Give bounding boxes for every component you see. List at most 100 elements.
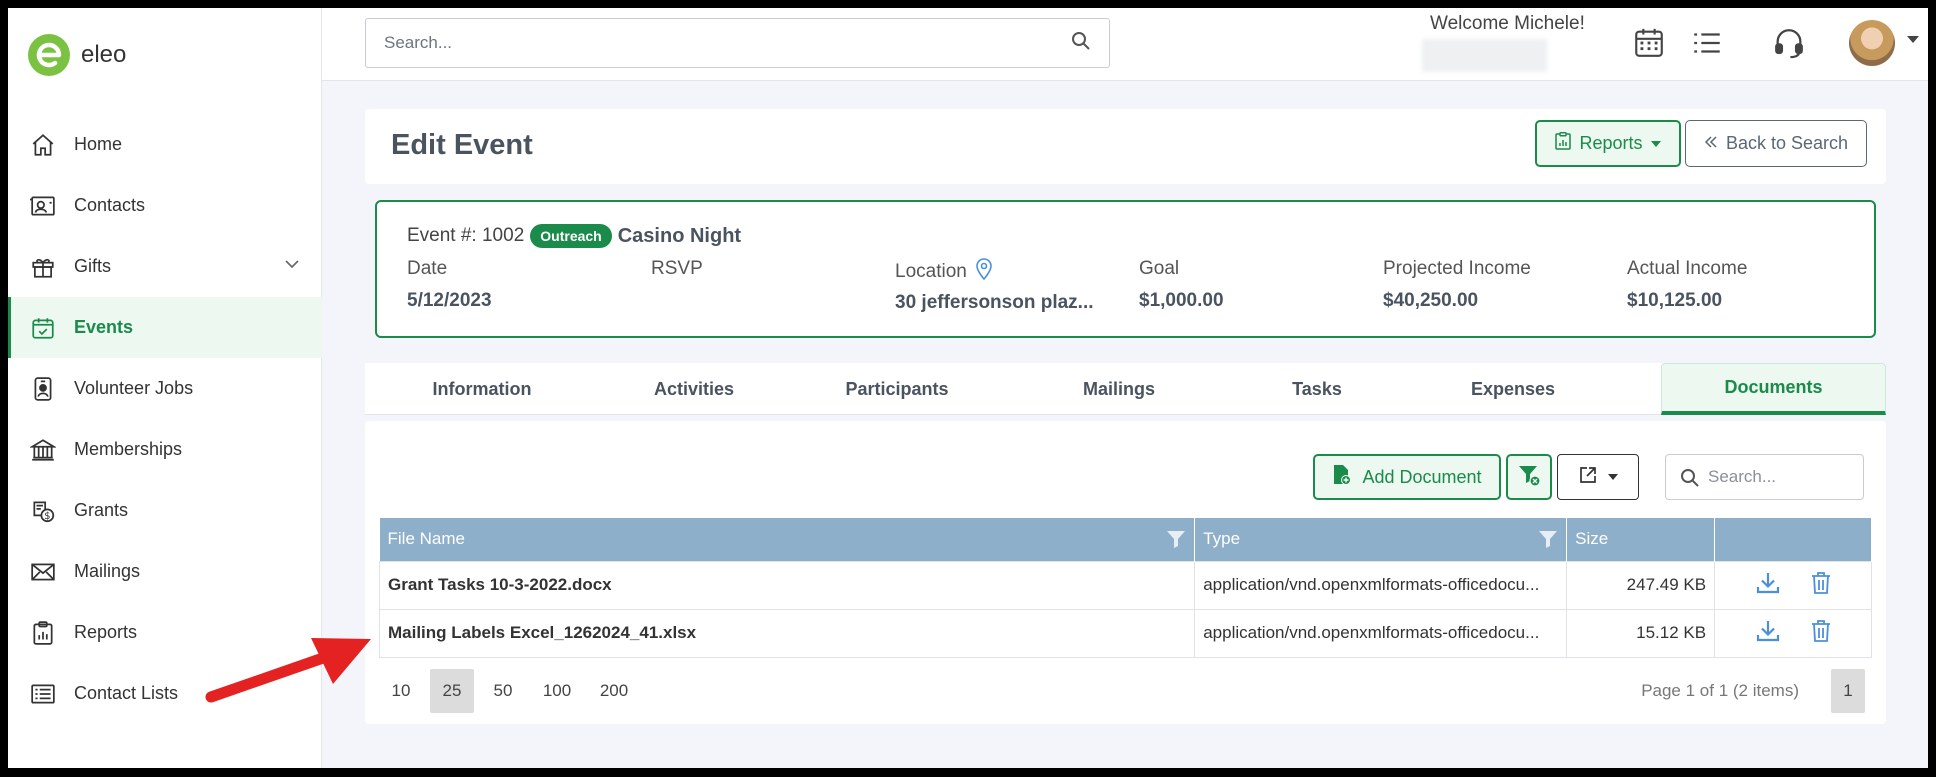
caret-down-icon — [1650, 140, 1661, 147]
add-document-label: Add Document — [1362, 466, 1482, 487]
type-cell: application/vnd.openxmlformats-officedoc… — [1194, 608, 1568, 658]
event-type-badge: Outreach — [530, 224, 612, 248]
add-document-button[interactable]: Add Document — [1313, 454, 1501, 500]
download-icon[interactable] — [1755, 571, 1781, 600]
field-value: 30 jeffersonson plaz... — [895, 292, 1094, 313]
field-label: Date — [407, 258, 448, 279]
welcome-text: Welcome Michele! — [1430, 13, 1585, 34]
field-label: Actual Income — [1627, 258, 1748, 279]
list-icon — [28, 679, 58, 709]
sidebar-item-mailings[interactable]: Mailings — [8, 541, 322, 602]
field-value: $40,250.00 — [1383, 290, 1479, 311]
search-icon[interactable] — [1071, 31, 1091, 56]
page-size-option[interactable]: 10 — [379, 669, 423, 713]
caret-down-icon — [1608, 474, 1618, 480]
bank-icon — [28, 435, 58, 465]
column-header-size[interactable]: Size — [1566, 518, 1716, 561]
reports-dropdown-button[interactable]: Reports — [1535, 120, 1681, 167]
sidebar-item-contacts[interactable]: Contacts — [8, 175, 322, 236]
actions-cell — [1714, 560, 1872, 609]
calendar-icon[interactable] — [1632, 26, 1666, 65]
file-name-cell[interactable]: Mailing Labels Excel_1262024_41.xlsx — [378, 608, 1196, 658]
type-value: application/vnd.openxmlformats-officedoc… — [1203, 575, 1540, 594]
tab-information[interactable]: Information — [365, 363, 599, 415]
search-icon — [1680, 468, 1700, 493]
global-search-input[interactable]: Search... — [365, 18, 1110, 68]
document-search-input[interactable]: Search... — [1665, 454, 1864, 500]
download-icon[interactable] — [1755, 619, 1781, 648]
envelope-icon — [28, 557, 58, 587]
user-avatar[interactable] — [1849, 20, 1895, 66]
filter-clear-icon — [1517, 463, 1541, 492]
table-row[interactable]: Grant Tasks 10-3-2022.docx application/v… — [378, 560, 1872, 609]
money-icon: $ — [28, 496, 58, 526]
gift-icon — [28, 252, 58, 282]
delete-icon[interactable] — [1811, 571, 1831, 600]
chevron-down-icon[interactable] — [284, 256, 300, 277]
app-logo[interactable]: eleo — [28, 34, 126, 76]
tab-mailings[interactable]: Mailings — [1005, 363, 1233, 415]
page-size-option[interactable]: 100 — [532, 669, 582, 713]
filter-icon[interactable] — [1166, 529, 1186, 554]
report-icon — [1555, 132, 1572, 155]
table-header-row: File Name Type Size — [379, 518, 1872, 561]
headset-icon[interactable] — [1772, 26, 1806, 65]
clipboard-chart-icon — [28, 618, 58, 648]
page-size-option[interactable]: 50 — [481, 669, 525, 713]
sidebar-item-label: Reports — [74, 622, 138, 642]
export-dropdown-button[interactable] — [1557, 454, 1639, 500]
event-summary-card: Event #: 1002 Outreach Casino Night Date… — [375, 200, 1876, 338]
back-to-search-button[interactable]: Back to Search — [1685, 120, 1867, 167]
column-label: Size — [1575, 529, 1609, 549]
double-chevron-left-icon — [1704, 133, 1718, 154]
tab-activities[interactable]: Activities — [599, 363, 789, 415]
file-name-cell[interactable]: Grant Tasks 10-3-2022.docx — [378, 560, 1196, 609]
caret-down-icon[interactable] — [1907, 36, 1919, 43]
sidebar-item-label: Contact Lists — [74, 683, 179, 703]
table-row[interactable]: Mailing Labels Excel_1262024_41.xlsx app… — [378, 608, 1872, 658]
event-title-line: Event #: 1002 Outreach Casino Night — [407, 224, 741, 248]
sidebar-item-grants[interactable]: $ Grants — [8, 480, 322, 541]
map-pin-icon[interactable] — [975, 258, 993, 286]
type-cell: application/vnd.openxmlformats-officedoc… — [1194, 560, 1568, 609]
sidebar-item-label: Mailings — [74, 561, 141, 581]
tab-tasks[interactable]: Tasks — [1233, 363, 1401, 415]
column-header-type[interactable]: Type — [1194, 518, 1568, 561]
sidebar-item-label: Events — [74, 317, 134, 337]
page-title: Edit Event — [391, 129, 533, 161]
sidebar-item-gifts[interactable]: Gifts — [8, 236, 322, 297]
page-number-button[interactable]: 1 — [1831, 669, 1865, 713]
top-bar: Search... Welcome Michele! — [322, 8, 1928, 81]
page-size-option-selected[interactable]: 25 — [430, 669, 474, 713]
page-header: Edit Event Reports Back to Search — [365, 109, 1886, 184]
filter-icon[interactable] — [1538, 529, 1558, 554]
calendar-check-icon — [28, 313, 58, 343]
event-rsvp: RSVP — [651, 258, 851, 290]
task-list-icon[interactable] — [1690, 26, 1724, 65]
delete-icon[interactable] — [1811, 619, 1831, 648]
back-button-label: Back to Search — [1725, 133, 1849, 153]
documents-panel: Add Document Search... File Name Type Si… — [365, 421, 1886, 724]
event-actual-income: Actual Income $10,125.00 — [1627, 258, 1847, 312]
app-name: eleo — [81, 41, 127, 68]
sidebar-item-home[interactable]: Home — [8, 114, 322, 175]
sidebar-item-events[interactable]: Events — [8, 297, 322, 358]
sidebar-item-memberships[interactable]: Memberships — [8, 419, 322, 480]
column-header-file-name[interactable]: File Name — [379, 518, 1196, 561]
tab-documents[interactable]: Documents — [1661, 363, 1886, 415]
type-value: application/vnd.openxmlformats-officedoc… — [1203, 623, 1540, 642]
search-placeholder: Search... — [1708, 467, 1777, 486]
reports-button-label: Reports — [1579, 133, 1643, 153]
field-label: Projected Income — [1383, 258, 1531, 279]
size-cell: 247.49 KB — [1566, 560, 1716, 609]
tab-expenses[interactable]: Expenses — [1401, 363, 1625, 415]
tab-participants[interactable]: Participants — [789, 363, 1005, 415]
sidebar-item-label: Grants — [74, 500, 129, 520]
file-add-icon — [1332, 464, 1352, 491]
page-info: Page 1 of 1 (2 items) — [1641, 681, 1799, 700]
page-size-option[interactable]: 200 — [589, 669, 639, 713]
column-label: File Name — [387, 529, 465, 549]
contact-card-icon — [28, 191, 58, 221]
clear-filter-button[interactable] — [1506, 454, 1552, 500]
sidebar-item-volunteer-jobs[interactable]: Volunteer Jobs — [8, 358, 322, 419]
